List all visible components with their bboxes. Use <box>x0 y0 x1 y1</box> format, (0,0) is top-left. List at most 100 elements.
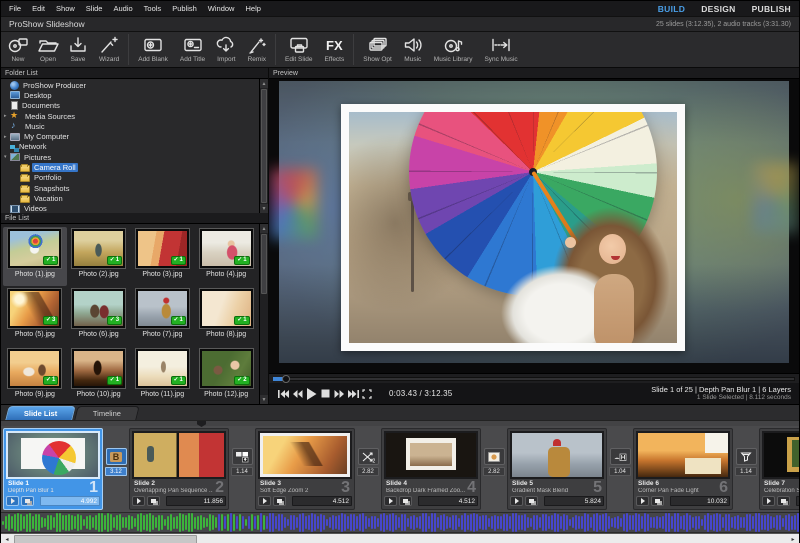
slide-duration[interactable]: 4.512 <box>418 496 478 506</box>
file-item[interactable]: ✓3Photo (6).jpg <box>67 287 131 346</box>
folder-item-network[interactable]: Network <box>1 142 259 152</box>
slide-layers-button[interactable] <box>399 496 412 506</box>
transition-slide-up-icon[interactable] <box>232 448 253 465</box>
rewind-button[interactable] <box>291 387 303 401</box>
slide-duration[interactable] <box>796 496 799 506</box>
file-item[interactable]: ✓2Photo (12).jpg <box>194 347 258 404</box>
slide-play-button[interactable] <box>636 496 649 506</box>
mode-build[interactable]: BUILD <box>658 4 685 14</box>
file-item[interactable]: ✓1Photo (2).jpg <box>67 227 131 286</box>
play-button[interactable] <box>305 387 317 401</box>
transition-funnel-icon[interactable] <box>736 448 757 465</box>
add-title-slide-button[interactable]: Add Title <box>174 32 211 67</box>
scroll-right-icon[interactable]: ▸ <box>787 534 799 543</box>
slide-play-button[interactable] <box>6 496 19 506</box>
skip-end-button[interactable] <box>347 387 359 401</box>
new-show-button[interactable]: New <box>3 32 33 67</box>
file-list-scrollbar[interactable]: ▲ ▼ <box>259 224 268 404</box>
preview-canvas[interactable] <box>269 79 799 373</box>
file-item[interactable]: ✓1Photo (9).jpg <box>3 347 67 404</box>
folder-item-media-sources[interactable]: ▸Media Sources <box>1 111 259 121</box>
save-show-button[interactable]: Save <box>63 32 93 67</box>
transition-1[interactable]: B 3.12 <box>103 428 129 476</box>
folder-item-music[interactable]: Music <box>1 121 259 131</box>
file-item[interactable]: ✓1Photo (11).jpg <box>131 347 195 404</box>
slide-play-button[interactable] <box>510 496 523 506</box>
folder-item-snapshots[interactable]: Snapshots <box>1 183 259 193</box>
transition-2[interactable]: 1.14 <box>229 428 255 476</box>
folder-item-videos[interactable]: Videos <box>1 204 259 213</box>
file-item[interactable]: ✓1Photo (8).jpg <box>194 287 258 346</box>
menu-file[interactable]: File <box>9 4 21 13</box>
preview-seekbar[interactable] <box>269 373 799 383</box>
slide-duration[interactable]: 4.992 <box>40 496 100 506</box>
menu-edit[interactable]: Edit <box>32 4 45 13</box>
transition-3[interactable]: 2 2.82 <box>355 428 381 476</box>
slide-duration[interactable]: 5.824 <box>544 496 604 506</box>
folder-item-vacation[interactable]: Vacation <box>1 193 259 203</box>
transition-cross-arrows-icon[interactable]: 2 <box>358 448 379 465</box>
menu-slide[interactable]: Slide <box>86 4 103 13</box>
file-item[interactable]: ✓1Photo (10).jpg <box>67 347 131 404</box>
slide-layers-button[interactable] <box>21 496 34 506</box>
skip-start-button[interactable] <box>277 387 289 401</box>
menu-help[interactable]: Help <box>245 4 260 13</box>
folder-item-desktop[interactable]: Desktop <box>1 90 259 100</box>
fullscreen-button[interactable] <box>361 387 373 401</box>
wizard-button[interactable]: Wizard <box>93 32 125 67</box>
folder-item-portfolio[interactable]: Portfolio <box>1 173 259 183</box>
file-item[interactable]: ✓1Photo (4).jpg <box>194 227 258 286</box>
seek-handle[interactable] <box>282 375 290 383</box>
scroll-down-icon[interactable]: ▼ <box>260 204 268 213</box>
transition-duration[interactable]: 1.04 <box>609 467 631 476</box>
slide-layers-button[interactable] <box>147 496 160 506</box>
scroll-down-icon[interactable]: ▼ <box>260 395 268 404</box>
slide-card-6[interactable]: Slide 6Corner Pan Fade Light6 10.032 <box>633 428 733 510</box>
menu-show[interactable]: Show <box>56 4 75 13</box>
fast-forward-button[interactable] <box>333 387 345 401</box>
slide-play-button[interactable] <box>762 496 775 506</box>
slide-card-3[interactable]: Slide 3Soft Edge Zoom 23 4.512 <box>255 428 355 510</box>
slide-card-2[interactable]: Slide 2Overlapping Pan Sequence ...2 11.… <box>129 428 229 510</box>
folder-item-proshow-producer[interactable]: ProShow Producer <box>1 80 259 90</box>
transition-duration[interactable]: 2.82 <box>357 467 379 476</box>
slide-play-button[interactable] <box>258 496 271 506</box>
folder-item-my-computer[interactable]: ▸My Computer <box>1 131 259 141</box>
tab-slide-list[interactable]: Slide List <box>5 406 76 420</box>
mode-publish[interactable]: PUBLISH <box>752 4 791 14</box>
slide-card-5[interactable]: Slide 5Gradient Mask Blend5 5.824 <box>507 428 607 510</box>
stop-button[interactable] <box>319 387 331 401</box>
slide-play-button[interactable] <box>384 496 397 506</box>
menu-window[interactable]: Window <box>208 4 235 13</box>
remix-button[interactable]: Remix <box>242 32 272 67</box>
slide-card-1[interactable]: Slide 1Depth Pan Blur 11 4.992 <box>3 428 103 510</box>
effects-button[interactable]: FX Effects <box>318 32 350 67</box>
slide-duration[interactable]: 4.512 <box>292 496 352 506</box>
file-item[interactable]: ✓1Photo (3).jpg <box>131 227 195 286</box>
transition-duration[interactable]: 3.12 <box>105 467 127 476</box>
transition-a-h-icon[interactable]: H <box>610 448 631 465</box>
mode-design[interactable]: DESIGN <box>701 4 735 14</box>
sync-music-button[interactable]: Sync Music <box>478 32 523 67</box>
scroll-up-icon[interactable]: ▲ <box>260 79 268 88</box>
transition-6[interactable]: 1.14 <box>733 428 759 476</box>
music-button[interactable]: Music <box>398 32 428 67</box>
scroll-up-icon[interactable]: ▲ <box>260 224 268 233</box>
slide-duration[interactable]: 11.856 <box>166 496 226 506</box>
file-item[interactable]: ✓3Photo (5).jpg <box>3 287 67 346</box>
file-item[interactable]: ✓1Photo (1).jpg <box>3 227 67 286</box>
folder-tree-scrollbar[interactable]: ▲ ▼ <box>259 79 268 213</box>
transition-duration[interactable]: 1.14 <box>231 467 253 476</box>
show-options-button[interactable]: Show Opt <box>357 32 398 67</box>
slide-layers-button[interactable] <box>525 496 538 506</box>
music-library-button[interactable]: Music Library <box>428 32 479 67</box>
transition-4[interactable]: 2.82 <box>481 428 507 476</box>
menu-publish[interactable]: Publish <box>172 4 197 13</box>
menu-tools[interactable]: Tools <box>144 4 162 13</box>
folder-item-documents[interactable]: Documents <box>1 101 259 111</box>
audio-waveform[interactable] <box>1 512 799 533</box>
open-show-button[interactable]: Open <box>33 32 63 67</box>
slide-layers-button[interactable] <box>273 496 286 506</box>
folder-item-camera-roll[interactable]: Camera Roll <box>1 162 259 172</box>
slide-layers-button[interactable] <box>777 496 790 506</box>
